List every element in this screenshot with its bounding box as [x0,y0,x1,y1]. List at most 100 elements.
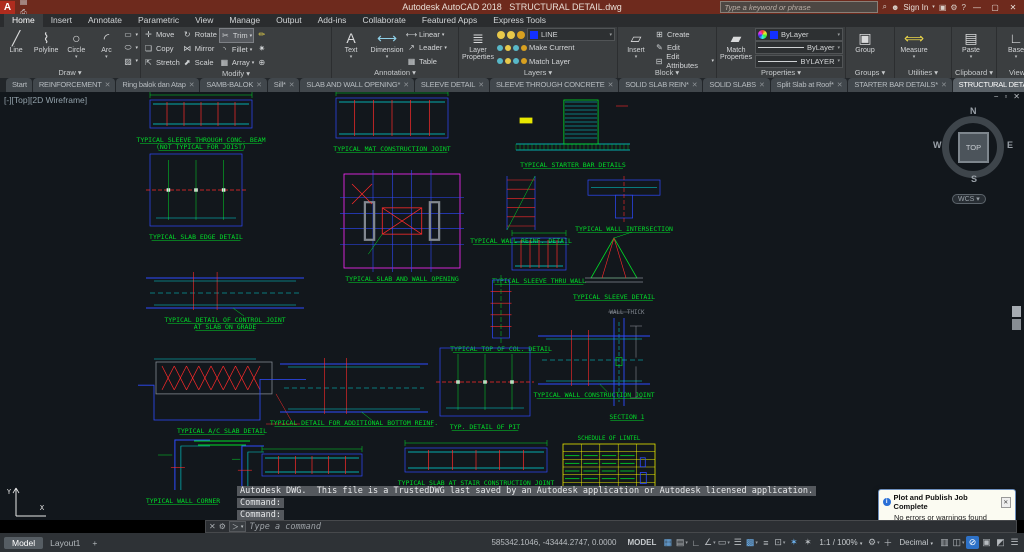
layer-lock-icon[interactable] [517,31,525,39]
stretch-button[interactable]: ⇱Stretch [143,56,180,69]
cad-detail-lintel-schedule[interactable]: SCHEDULE OF LINTEL [563,436,655,490]
snap-mode-icon[interactable]: ▤▾ [675,536,688,549]
cad-detail-wall-intersection[interactable]: TYPICAL WALL INTERSECTION [575,176,673,233]
ribbon-tab-featured-apps[interactable]: Featured Apps [414,14,485,27]
cad-detail-wall-corner[interactable]: TYPICAL WALL CORNER [146,440,220,505]
viewport-scrollbar[interactable] [1012,306,1021,330]
tab-close-icon[interactable]: ✕ [403,81,409,89]
copy-button[interactable]: ❏Copy [143,42,180,55]
ucs-icon[interactable]: YX [7,488,46,516]
insert-button[interactable]: ▱Insert▾ [620,28,652,68]
clean-screen-icon[interactable]: ⊘ [966,536,979,549]
autoscale-icon[interactable]: ✶ [801,536,814,549]
file-tab-reinforcement[interactable]: REINFORCEMENT✕ [33,78,116,92]
restore-button[interactable]: ▢ [988,2,1002,13]
cad-detail-pit-detail[interactable]: TYP. DETAIL OF PIT [436,348,534,431]
explode-button[interactable]: ✷ [256,42,267,55]
tab-close-icon[interactable]: ✕ [608,81,614,89]
panel-label-modify[interactable]: Modify ▾ [141,69,331,78]
graphics-performance-icon[interactable]: ◫▾ [952,536,965,549]
file-tab-solid-slab-rein-[interactable]: SOLID SLAB REIN*✕ [619,78,702,92]
file-tab-samb-balok[interactable]: SAMB-BALOK✕ [200,78,266,92]
cad-detail-ac-slab[interactable]: TYPICAL A/C SLAB DETAIL [138,359,306,445]
units-control[interactable]: Decimal ▾ [895,538,937,547]
recent-commands-icon[interactable]: ＞▾ [229,521,247,532]
tab-close-icon[interactable]: ✕ [256,81,262,89]
ribbon-tab-add-ins[interactable]: Add-ins [310,14,355,27]
command-line[interactable]: ✕ ⚙ ＞▾ Type a command [205,520,1017,533]
file-tab-sleeve-through-concrete[interactable]: SLEEVE THROUGH CONCRETE✕ [490,78,618,92]
viewcube-west[interactable]: W [933,140,942,150]
drawing-restore-icon[interactable]: ▫ [1004,92,1007,101]
search-icon[interactable]: ⌕ [882,2,886,12]
annotation-scale-control[interactable]: 1:1 / 100% ▾ [815,538,866,547]
model-space-toggle[interactable]: MODEL [623,538,660,547]
cad-detail-slab-wall-opening[interactable]: TYPICAL SLAB AND WALL OPENING [340,170,464,283]
cad-detail-corner-2[interactable] [232,446,264,490]
file-tab-split-slab-at-roof-[interactable]: Split Slab at Roof*✕ [771,78,848,92]
file-tab-structural-detail-[interactable]: STRUCTURAL DETAIL*✕ [953,78,1024,92]
close-button[interactable]: ✕ [1006,2,1020,13]
viewport-controls[interactable]: [-][Top][2D Wireframe] [4,95,87,105]
cad-detail-mat-joint[interactable]: TYPICAL MAT CONSTRUCTION JOINT [333,92,450,153]
erase-button[interactable]: ✏ [256,28,267,41]
polyline-button[interactable]: ⌇Polyline [32,28,60,68]
cad-detail-slab-edge[interactable]: TYPICAL SLAB EDGE DETAIL [146,154,246,241]
drawing-minimize-icon[interactable]: − [994,92,999,101]
tab-close-icon[interactable]: ✕ [692,81,698,89]
cad-detail-control-joint[interactable]: TYPICAL DETAIL OF CONTROL JOINTAT SLAB O… [146,272,304,331]
rectangle-button[interactable]: ▭▾ [123,28,139,41]
measure-button[interactable]: ⟺Measure▾ [897,28,931,68]
make-current-button[interactable]: Make Current [497,41,615,54]
sign-in-button[interactable]: Sign In [903,3,928,12]
help-search-input[interactable]: Type a keyword or phrase [720,1,878,13]
array-button[interactable]: ▦Array▾ [219,56,254,69]
file-tab-start[interactable]: Start [6,78,32,92]
cad-detail-starter-bar[interactable]: TYPICAL STARTER BAR DETAILS [516,100,630,169]
dimension-button[interactable]: ⟷Dimension▾ [370,28,404,68]
viewcube-north[interactable]: N [970,106,977,116]
line-button[interactable]: ╱Line [2,28,30,68]
tab-close-icon[interactable]: ✕ [837,81,843,89]
layout1-tab[interactable]: Layout1 [43,537,87,549]
viewcube-top-face[interactable]: TOP [958,132,989,163]
ribbon-tab-collaborate[interactable]: Collaborate [354,14,413,27]
autodesk-360-icon[interactable]: ⚙ [950,3,957,12]
user-icon[interactable]: ☻ [891,3,899,12]
ellipse-button[interactable]: ⬭▾ [123,41,139,54]
cad-detail-stair-mid[interactable] [262,446,362,476]
viewcube-wcs-menu[interactable]: WCS ▾ [952,194,986,204]
ribbon-tab-express-tools[interactable]: Express Tools [485,14,554,27]
sign-in-caret-icon[interactable]: ▾ [932,4,935,10]
panel-label-view[interactable]: View ▾ [997,68,1024,78]
leader-button[interactable]: ↗Leader▾ [406,41,447,54]
tab-close-icon[interactable]: ✕ [105,81,111,89]
model-tab[interactable]: Model [4,537,43,549]
ribbon-tab-manage[interactable]: Manage [221,14,268,27]
layer-freeze-icon[interactable] [507,31,515,39]
autocad-logo-icon[interactable]: A [0,1,15,14]
layer-properties-button[interactable]: ≣Layer Properties [461,28,495,68]
cad-detail-stair-joint[interactable]: TYPICAL SLAB AT STAIR CONSTRUCTION JOINT [398,440,555,491]
cad-detail-sleeve-detail[interactable]: TYPICAL SLEEVE DETAIL [573,232,655,301]
drawing-close-icon[interactable]: ✕ [1013,92,1020,101]
annotation-visibility-icon[interactable]: ✶ [787,536,800,549]
match-properties-button[interactable]: ▰Match Properties [719,28,753,68]
circle-button[interactable]: ○Circle▾ [62,28,90,68]
file-tab-sill-[interactable]: Sill*✕ [268,78,300,92]
ribbon-tab-parametric[interactable]: Parametric [130,14,187,27]
file-tab-starter-bar-details-[interactable]: STARTER BAR DETAILS*✕ [848,78,951,92]
create-button[interactable]: ⊞Create [654,28,714,41]
ribbon-tab-output[interactable]: Output [268,14,310,27]
selection-cycling-icon[interactable]: ⊡▾ [773,536,786,549]
match-layer-button[interactable]: Match Layer [497,55,615,68]
lineweight-icon[interactable]: ≡ [759,536,772,549]
ribbon-tab-annotate[interactable]: Annotate [80,14,130,27]
command-customize-icon[interactable]: ⚙ [219,522,226,531]
file-tab-sleeve-detail[interactable]: SLEEVE DETAIL✕ [415,78,489,92]
ribbon-tab-view[interactable]: View [187,14,221,27]
new-layout-button[interactable]: + [87,537,102,549]
layer-on-icon[interactable] [497,31,505,39]
tab-close-icon[interactable]: ✕ [759,81,765,89]
paste-button[interactable]: ▤Paste▾ [954,28,988,68]
